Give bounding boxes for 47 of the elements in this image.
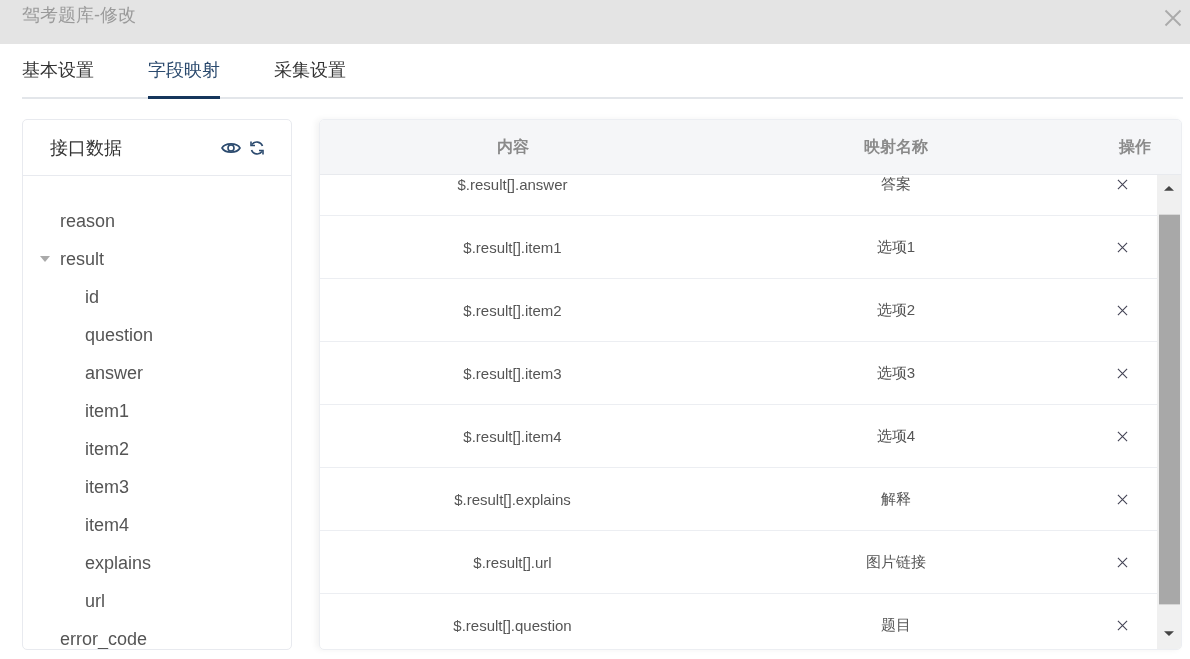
table-cell-text: $.result[].item4 <box>462 426 563 447</box>
column-header: 映射名称 <box>863 136 929 157</box>
tree-item[interactable]: url <box>85 590 105 612</box>
eye-icon[interactable] <box>221 140 241 155</box>
tree-item[interactable]: item4 <box>85 514 129 536</box>
delete-icon[interactable] <box>1116 619 1128 631</box>
tree-item[interactable]: item3 <box>85 476 129 498</box>
table-cell-text: 选项1 <box>875 236 917 257</box>
tab[interactable]: 采集设置 <box>274 44 346 99</box>
table-cell-text: $.result[].answer <box>456 175 569 195</box>
delete-icon[interactable] <box>1116 241 1128 253</box>
table-cell-text: $.result[].explains <box>453 489 572 510</box>
delete-icon[interactable] <box>1116 556 1128 568</box>
tab[interactable]: 基本设置 <box>22 44 94 99</box>
window-title: 驾考题库-修改 <box>22 4 136 27</box>
delete-icon[interactable] <box>1116 430 1128 442</box>
table-cell-text: $.result[].question <box>452 615 573 636</box>
delete-icon[interactable] <box>1116 178 1128 190</box>
column-header: 操作 <box>1117 136 1152 157</box>
scrollbar[interactable] <box>1157 175 1181 649</box>
table-cell-text: $.result[].item1 <box>462 237 563 258</box>
tree-item[interactable]: item2 <box>85 438 129 460</box>
table-cell-text: 题目 <box>880 614 912 635</box>
tree-item[interactable]: explains <box>85 552 152 574</box>
panel-title: 接口数据 <box>50 136 122 160</box>
column-header: 内容 <box>495 136 530 157</box>
table-cell-text: 图片链接 <box>865 551 927 572</box>
tree-item[interactable]: question <box>85 324 154 346</box>
table-cell-text: $.result[].url <box>472 552 553 573</box>
table-cell-text: $.result[].item3 <box>462 363 563 384</box>
refresh-icon[interactable] <box>249 139 265 156</box>
tree-item[interactable]: error_code <box>60 628 148 649</box>
table-cell-text: 答案 <box>880 175 912 194</box>
delete-icon[interactable] <box>1116 367 1128 379</box>
table-cell-text: 选项2 <box>875 299 917 320</box>
tree-item[interactable]: answer <box>85 362 144 384</box>
tree-item[interactable]: reason <box>60 210 116 232</box>
table-cell-text: $.result[].item2 <box>462 300 563 321</box>
tree-item[interactable]: result <box>60 248 104 270</box>
tree-item[interactable]: item1 <box>85 400 129 422</box>
delete-icon[interactable] <box>1116 493 1128 505</box>
table-cell-text: 选项4 <box>875 425 917 446</box>
table-cell-text: 解释 <box>880 488 912 509</box>
tab[interactable]: 字段映射 <box>148 44 220 99</box>
tree-item[interactable]: id <box>85 286 99 308</box>
table-cell-text: 选项3 <box>875 362 917 383</box>
delete-icon[interactable] <box>1116 304 1128 316</box>
